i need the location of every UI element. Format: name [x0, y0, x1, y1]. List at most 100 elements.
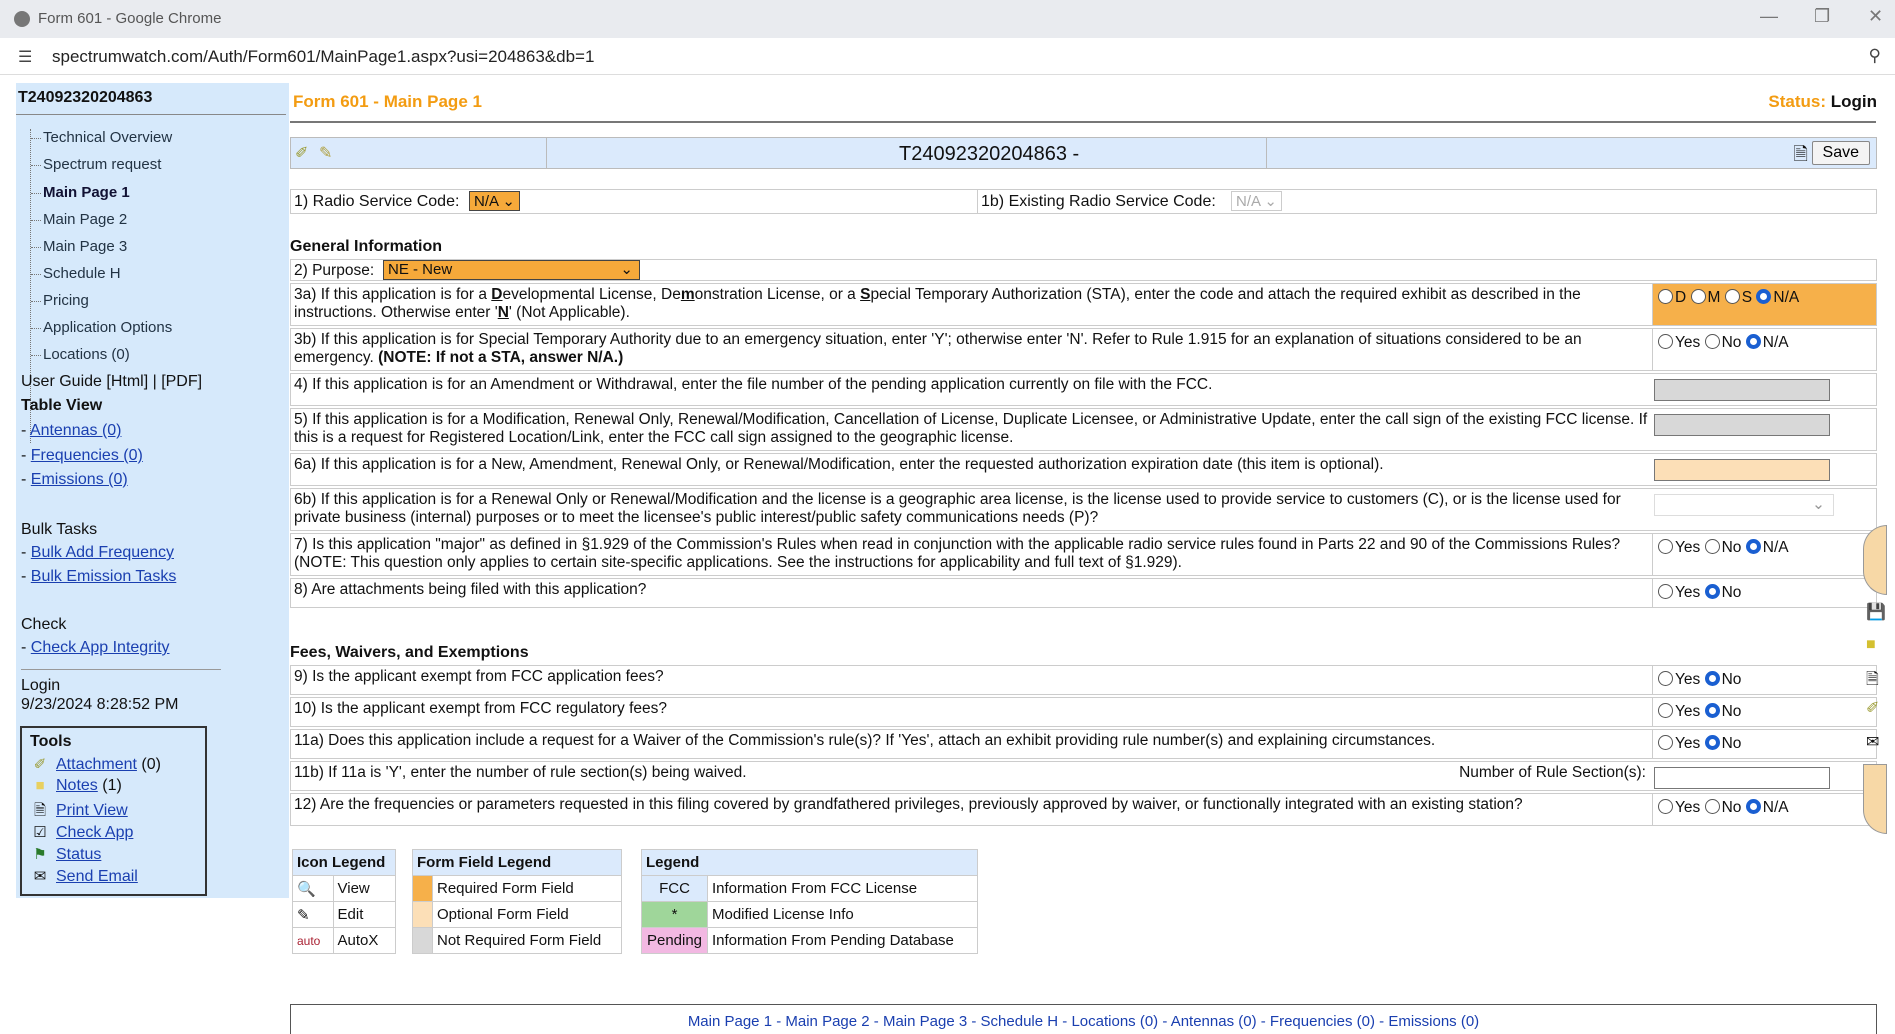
question-7-options[interactable]: Yes No N/A — [1652, 534, 1876, 575]
user-guide-links[interactable]: User Guide [Html] | [PDF] — [21, 373, 202, 391]
purpose-select[interactable]: NE - New ⌄ — [383, 260, 640, 280]
print-view-icon[interactable]: 🗎 — [1866, 668, 1879, 695]
attachment-icon[interactable]: ✐ — [1866, 698, 1879, 718]
question-6a-input[interactable] — [1654, 459, 1830, 481]
panel-collapse-tab[interactable] — [1863, 525, 1887, 595]
check-icon: ☑ — [33, 824, 47, 841]
notes-icon[interactable]: ■ — [1866, 636, 1876, 654]
radio-yes[interactable] — [1658, 735, 1673, 750]
radio-na[interactable] — [1745, 799, 1761, 814]
table-link-emissions[interactable]: - Emissions (0) — [21, 471, 128, 489]
question-11a-text: 11a) Does this application include a req… — [294, 732, 1436, 749]
existing-service-select: N/A ⌄ — [1231, 191, 1282, 211]
radio-na[interactable] — [1745, 334, 1761, 349]
radio-yes[interactable] — [1658, 334, 1673, 349]
print-icon: 🗎 — [33, 802, 47, 819]
question-9-options[interactable]: Yes No — [1652, 666, 1876, 694]
tree-item-spectrum-request[interactable]: Spectrum request — [31, 156, 161, 173]
tree-item-technical-overview[interactable]: Technical Overview — [31, 129, 172, 146]
tree-item-schedule-h[interactable]: Schedule H — [31, 265, 121, 282]
radio-no[interactable] — [1704, 703, 1720, 718]
footer-link[interactable]: Emissions (0) — [1388, 1013, 1479, 1030]
attachment-icon[interactable]: ✐ — [295, 143, 308, 163]
question-6a-text: 6a) If this application is for a New, Am… — [294, 456, 1384, 473]
radio-m[interactable] — [1690, 289, 1706, 304]
tool-print-view[interactable]: 🗎 Print View — [30, 800, 128, 825]
tree-item-main-page-3[interactable]: Main Page 3 — [31, 238, 127, 255]
check-app-integrity-link[interactable]: - Check App Integrity — [21, 639, 170, 657]
purpose-row: 2) Purpose: NE - New ⌄ — [290, 259, 1877, 281]
footer-link[interactable]: Schedule H — [981, 1013, 1059, 1030]
save-button[interactable]: Save — [1811, 141, 1870, 165]
question-8-options[interactable]: Yes No — [1652, 579, 1876, 607]
question-3a-options[interactable]: D M S N/A — [1652, 284, 1876, 325]
tool-status[interactable]: ⚑ Status — [30, 845, 101, 864]
zoom-icon[interactable]: ⚲ — [1869, 46, 1881, 66]
footer-link[interactable]: Main Page 3 — [883, 1013, 967, 1030]
radio-no[interactable] — [1704, 334, 1720, 349]
tool-send-email[interactable]: ✉ Send Email — [30, 867, 138, 886]
radio-yes[interactable] — [1658, 703, 1673, 718]
radio-yes[interactable] — [1658, 539, 1673, 554]
tree-item-pricing[interactable]: Pricing — [31, 292, 89, 309]
radio-s[interactable] — [1724, 289, 1740, 304]
radio-no[interactable] — [1704, 539, 1720, 554]
tool-notes[interactable]: ■ Notes (1) — [30, 777, 121, 795]
question-3b-options[interactable]: Yes No N/A — [1652, 329, 1876, 370]
question-12-options[interactable]: Yes No N/A — [1652, 794, 1876, 825]
form-field-legend-title: Form Field Legend — [412, 849, 622, 876]
radio-yes[interactable] — [1658, 584, 1673, 599]
page-title: Form 601 - Main Page 1 — [293, 92, 482, 111]
close-icon[interactable]: ✕ — [1868, 6, 1883, 27]
footer-link[interactable]: Locations (0) — [1071, 1013, 1158, 1030]
question-11a-options[interactable]: Yes No — [1652, 730, 1876, 758]
radio-no[interactable] — [1704, 799, 1720, 814]
radio-service-select[interactable]: N/A ⌄ — [469, 191, 520, 211]
tree-item-main-page-1[interactable]: Main Page 1 — [31, 184, 130, 201]
address-bar[interactable]: ☰ spectrumwatch.com/Auth/Form601/MainPag… — [0, 38, 1895, 75]
radio-no[interactable] — [1704, 584, 1720, 599]
radio-d[interactable] — [1658, 289, 1673, 304]
tool-check-app[interactable]: ☑ Check App — [30, 823, 133, 842]
footer-link[interactable]: Frequencies (0) — [1270, 1013, 1375, 1030]
panel-collapse-tab[interactable] — [1863, 764, 1887, 834]
send-email-icon[interactable]: ✉ — [1866, 732, 1879, 752]
radio-na[interactable] — [1745, 539, 1761, 554]
existing-service-label: 1b) Existing Radio Service Code: — [981, 193, 1216, 210]
footer-link[interactable]: Main Page 2 — [785, 1013, 869, 1030]
auto-icon: auto — [292, 927, 334, 954]
tool-attachment[interactable]: ✐ Attachment (0) — [30, 755, 161, 774]
table-link-antennas[interactable]: - Antennas (0) — [21, 422, 122, 440]
optional-swatch — [412, 901, 433, 928]
table-link-frequencies[interactable]: - Frequencies (0) — [21, 447, 143, 465]
icon-edit-label: Edit — [332, 901, 397, 928]
tree-item-application-options[interactable]: Application Options — [31, 319, 172, 336]
bulk-emission-tasks-link[interactable]: - Bulk Emission Tasks — [21, 568, 176, 586]
radio-yes[interactable] — [1658, 799, 1673, 814]
footer-link[interactable]: Antennas (0) — [1171, 1013, 1257, 1030]
footer-link[interactable]: Main Page 1 — [688, 1013, 772, 1030]
question-10-text: 10) Is the applicant exempt from FCC reg… — [294, 700, 668, 717]
print-preview-icon[interactable]: 🗎 — [1794, 142, 1808, 172]
flag-icon: ⚑ — [33, 846, 47, 863]
question-10-options[interactable]: Yes No — [1652, 698, 1876, 726]
divider — [21, 669, 221, 670]
bulk-add-frequency-link[interactable]: - Bulk Add Frequency — [21, 544, 174, 562]
save-disk-icon[interactable]: 💾 — [1866, 602, 1886, 622]
question-7-text: 7) Is this application "major" as define… — [294, 536, 1621, 571]
rule-sections-input[interactable] — [1654, 767, 1830, 789]
divider — [290, 121, 1876, 123]
radio-yes[interactable] — [1658, 671, 1673, 686]
site-settings-icon[interactable]: ☰ — [18, 47, 32, 67]
restore-icon[interactable]: ❐ — [1814, 6, 1830, 27]
divider — [16, 114, 286, 115]
radio-no[interactable] — [1704, 735, 1720, 750]
radio-na[interactable] — [1756, 289, 1772, 304]
url-text[interactable]: spectrumwatch.com/Auth/Form601/MainPage1… — [52, 47, 594, 67]
radio-no[interactable] — [1704, 671, 1720, 686]
edit-all-icon[interactable]: ✎ — [319, 143, 332, 163]
tree-item-main-page-2[interactable]: Main Page 2 — [31, 211, 127, 228]
minimize-icon[interactable]: — — [1760, 6, 1778, 27]
tree-item-locations[interactable]: Locations (0) — [31, 346, 130, 363]
fcc-tag: FCC — [641, 875, 708, 902]
